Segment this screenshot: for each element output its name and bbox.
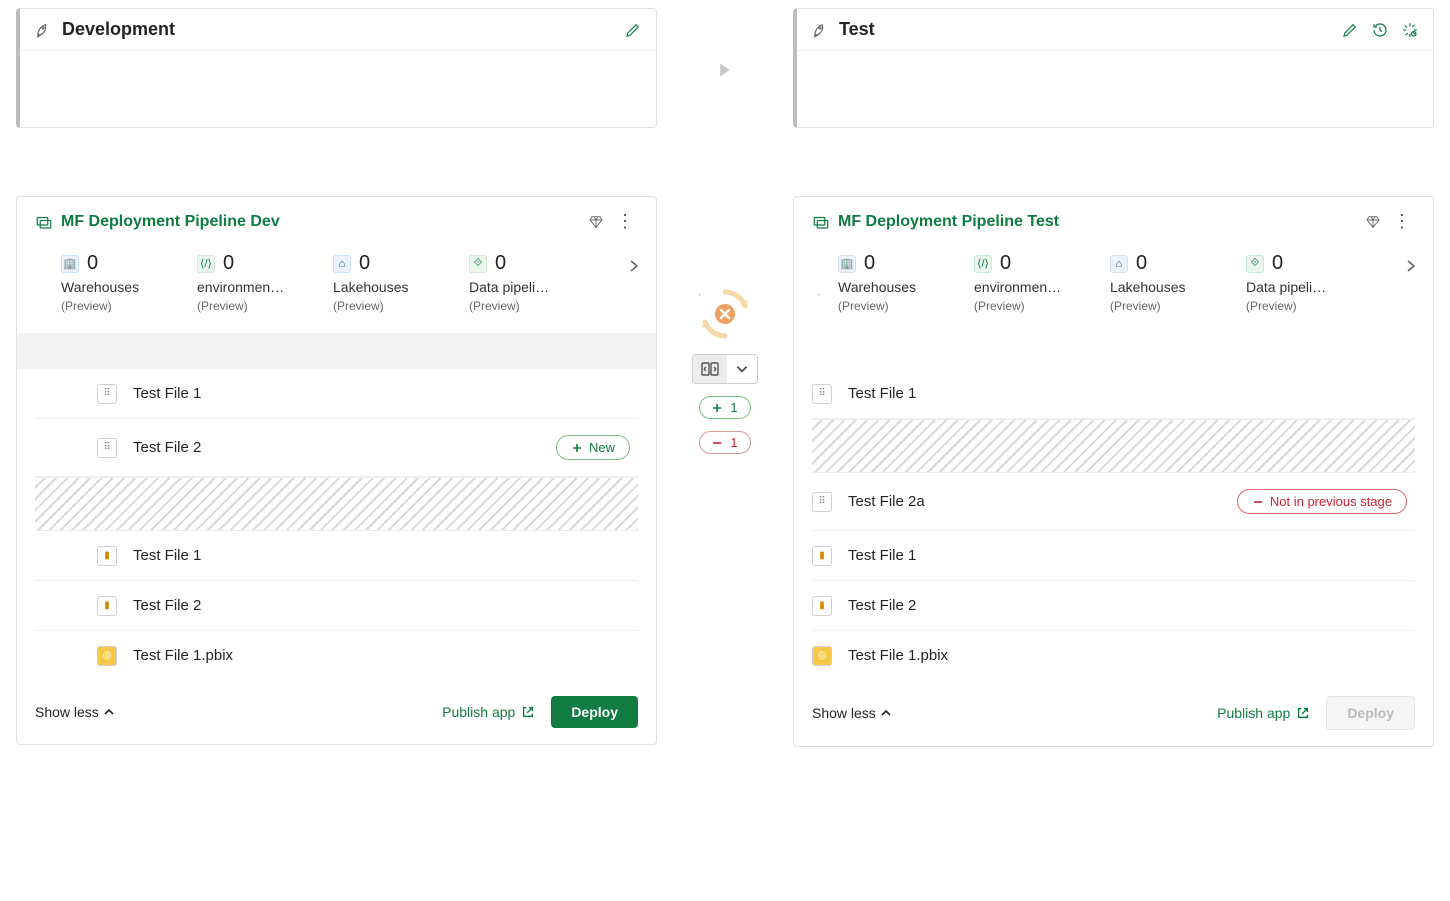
premium-diamond-icon — [588, 214, 604, 230]
chevron-down-icon[interactable] — [727, 355, 757, 383]
stat-datapipelines[interactable]: ⟐0 Data pipeli… (Preview) — [1246, 252, 1346, 313]
stat-warehouses[interactable]: 🏢0 Warehouses (Preview) — [61, 252, 161, 313]
dataset-icon: ⠿ — [97, 384, 117, 404]
publish-app-link[interactable]: Publish app — [1217, 705, 1310, 721]
stage-card-development: Development — [16, 8, 657, 128]
lakehouse-icon: ⌂ — [1110, 255, 1128, 273]
premium-diamond-icon — [1365, 214, 1381, 230]
more-menu-icon[interactable]: ⋮ — [1389, 211, 1415, 232]
dataset-icon: ⠿ — [812, 492, 832, 512]
new-badge: New — [556, 435, 630, 460]
settings-icon[interactable] — [1401, 21, 1419, 39]
item-row[interactable]: ⠿ Test File 2a Not in previous stage — [812, 473, 1415, 531]
publish-app-link[interactable]: Publish app — [442, 704, 535, 720]
stage-card-test: Test — [793, 8, 1434, 128]
item-row[interactable]: ⠿ Test File 2 New — [35, 419, 638, 477]
chevron-right-icon[interactable] — [1403, 258, 1419, 274]
report-icon: ▮ — [97, 596, 117, 616]
workspace-icon — [35, 213, 53, 231]
stat-environments[interactable]: ⟨/⟩0 environmen… (Preview) — [197, 252, 297, 313]
stats-row: 🏢0 Warehouses (Preview) ⟨/⟩0 environmen…… — [17, 236, 656, 333]
chevron-right-icon[interactable] — [626, 258, 642, 274]
rocket-icon — [811, 21, 829, 39]
more-menu-icon[interactable]: ⋮ — [612, 211, 638, 232]
deploy-button: Deploy — [1326, 696, 1415, 730]
report-icon: ▮ — [97, 546, 117, 566]
show-less-toggle[interactable]: Show less — [812, 705, 892, 721]
compare-side-icon[interactable] — [693, 355, 727, 383]
stat-lakehouses[interactable]: ⌂0 Lakehouses (Preview) — [1110, 252, 1210, 313]
workspace-card-test: MF Deployment Pipeline Test ⋮ 🏢0 Warehou… — [793, 196, 1434, 747]
diff-removed-badge[interactable]: 1 — [699, 431, 750, 454]
edit-icon[interactable] — [624, 21, 642, 39]
pbix-icon: ◎ — [97, 646, 117, 666]
show-less-toggle[interactable]: Show less — [35, 704, 115, 720]
stat-datapipelines[interactable]: ⟐0 Data pipeli… (Preview) — [469, 252, 569, 313]
pipeline-icon: ⟐ — [1246, 255, 1264, 273]
dataset-icon: ⠿ — [812, 384, 832, 404]
selected-band — [17, 333, 656, 369]
pbix-icon: ◎ — [812, 646, 832, 666]
item-row[interactable]: ▮ Test File 1 — [812, 531, 1415, 581]
workspace-card-dev: MF Deployment Pipeline Dev ⋮ 🏢0 Warehous… — [16, 196, 657, 745]
deploy-button[interactable]: Deploy — [551, 696, 638, 728]
warehouse-icon: 🏢 — [61, 255, 79, 273]
stage-title: Development — [62, 19, 614, 40]
compare-view-toggle[interactable] — [692, 354, 758, 384]
rocket-icon — [34, 21, 52, 39]
report-icon: ▮ — [812, 596, 832, 616]
hatched-placeholder — [812, 419, 1415, 473]
item-row[interactable]: ◎ Test File 1.pbix — [35, 631, 638, 680]
item-row[interactable]: ⠿ Test File 1 — [812, 369, 1415, 419]
item-row[interactable]: ▮ Test File 1 — [35, 531, 638, 581]
stage-title: Test — [839, 19, 1331, 40]
hatched-placeholder — [35, 477, 638, 531]
dataset-icon: ⠿ — [97, 438, 117, 458]
item-row[interactable]: ▮ Test File 2 — [812, 581, 1415, 631]
not-in-previous-badge: Not in previous stage — [1237, 489, 1407, 514]
report-icon: ▮ — [812, 546, 832, 566]
environment-icon: ⟨/⟩ — [974, 255, 992, 273]
deploy-arrow-icon[interactable] — [715, 58, 735, 82]
pipeline-icon: ⟐ — [469, 255, 487, 273]
history-icon[interactable] — [1371, 21, 1389, 39]
workspace-title[interactable]: MF Deployment Pipeline Test — [838, 213, 1357, 231]
item-row[interactable]: ◎ Test File 1.pbix — [812, 631, 1415, 680]
warehouse-icon: 🏢 — [838, 255, 856, 273]
stats-row: 🏢0 Warehouses (Preview) ⟨/⟩0 environmen…… — [794, 236, 1433, 333]
workspace-title[interactable]: MF Deployment Pipeline Dev — [61, 213, 580, 231]
stat-warehouses[interactable]: 🏢0 Warehouses (Preview) — [838, 252, 938, 313]
item-row[interactable]: ▮ Test File 2 — [35, 581, 638, 631]
stat-environments[interactable]: ⟨/⟩0 environmen… (Preview) — [974, 252, 1074, 313]
item-row[interactable]: ⠿ Test File 1 — [35, 369, 638, 419]
stat-lakehouses[interactable]: ⌂0 Lakehouses (Preview) — [333, 252, 433, 313]
diff-added-badge[interactable]: 1 — [699, 396, 750, 419]
workspace-icon — [812, 213, 830, 231]
lakehouse-icon: ⌂ — [333, 255, 351, 273]
environment-icon: ⟨/⟩ — [197, 255, 215, 273]
edit-icon[interactable] — [1341, 21, 1359, 39]
compare-sync-icon[interactable] — [697, 286, 753, 342]
